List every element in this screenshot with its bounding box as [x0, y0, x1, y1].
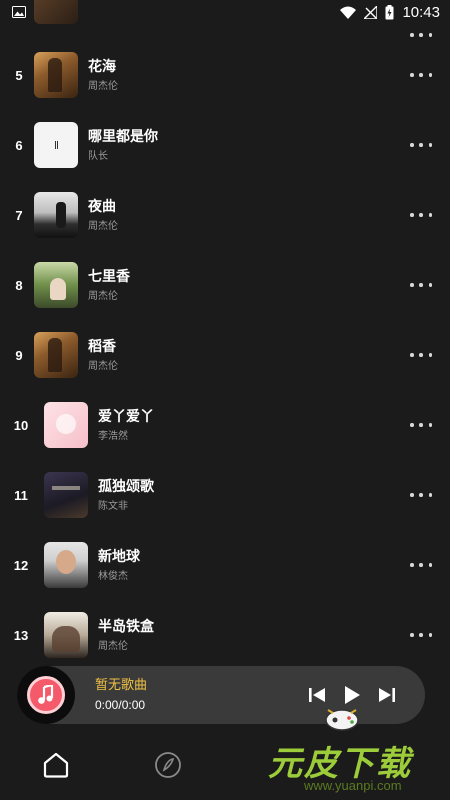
more-options-icon[interactable] — [410, 486, 432, 504]
now-playing-title: 暂无歌曲 — [95, 678, 148, 693]
more-options-icon[interactable] — [410, 206, 432, 224]
song-index: 11 — [14, 487, 28, 503]
song-artist: 周杰伦 — [88, 360, 118, 372]
song-row[interactable]: 13 半岛铁盒 周杰伦 — [0, 600, 450, 665]
song-title: 孤独颂歌 — [98, 478, 154, 495]
music-note-icon — [27, 676, 65, 714]
song-index: 6 — [15, 137, 23, 153]
song-title: 花海 — [88, 58, 116, 75]
album-cover — [34, 52, 78, 98]
song-artist: 周杰伦 — [98, 640, 128, 652]
song-index: 10 — [13, 417, 29, 433]
watermark-url: www.yuanpi.com — [304, 778, 402, 793]
song-index: 13 — [13, 627, 29, 643]
song-row[interactable]: 11 孤独颂歌 陈文非 — [0, 460, 450, 530]
song-title: 半岛铁盒 — [98, 618, 154, 635]
song-title: 夜曲 — [88, 198, 116, 215]
song-artist: 陈文非 — [98, 500, 128, 512]
song-index: 7 — [15, 207, 23, 223]
song-row[interactable]: 12 新地球 林俊杰 — [0, 530, 450, 600]
more-options-icon[interactable] — [410, 626, 432, 644]
song-title: 七里香 — [88, 268, 130, 285]
discover-icon[interactable] — [153, 750, 183, 780]
album-cover — [44, 402, 88, 448]
home-icon[interactable] — [41, 750, 71, 780]
song-artist: 队长 — [88, 150, 108, 162]
song-row[interactable]: 7 夜曲 周杰伦 — [0, 180, 450, 250]
song-title: 稻香 — [88, 338, 116, 355]
album-cover — [34, 262, 78, 308]
song-list[interactable]: 5 花海 周杰伦 6 哪里都是你 队长 7 夜曲 周杰伦 8 七里香 周杰伦 9… — [0, 0, 450, 665]
gamepad-mascot-icon — [324, 704, 360, 732]
more-options-icon[interactable] — [410, 276, 432, 294]
album-cover — [44, 542, 88, 588]
song-row[interactable]: 6 哪里都是你 队长 — [0, 110, 450, 180]
song-artist: 周杰伦 — [88, 80, 118, 92]
album-cover — [44, 472, 88, 518]
song-row[interactable]: 5 花海 周杰伦 — [0, 40, 450, 110]
song-title: 哪里都是你 — [88, 128, 158, 145]
song-title: 新地球 — [98, 548, 140, 565]
song-index: 9 — [15, 347, 23, 363]
album-cover — [34, 122, 78, 168]
more-options-icon[interactable] — [410, 66, 432, 84]
more-options-icon[interactable] — [410, 556, 432, 574]
now-playing-time: 0:00/0:00 — [95, 698, 146, 712]
partial-cover — [34, 0, 78, 24]
song-row[interactable]: 8 七里香 周杰伦 — [0, 250, 450, 320]
more-options-icon[interactable] — [410, 346, 432, 364]
album-cover — [44, 612, 88, 658]
more-options-icon[interactable] — [410, 416, 432, 434]
song-index: 5 — [15, 67, 23, 83]
song-artist: 周杰伦 — [88, 220, 118, 232]
song-row[interactable]: 10 爱丫爱丫 李浩然 — [0, 390, 450, 460]
song-artist: 李浩然 — [98, 430, 128, 442]
album-cover — [34, 192, 78, 238]
song-row[interactable]: 9 稻香 周杰伦 — [0, 320, 450, 390]
song-title: 爱丫爱丫 — [98, 408, 154, 425]
song-index: 8 — [15, 277, 23, 293]
watermark: 元皮下载 www.yuanpi.com — [268, 700, 444, 796]
album-cover — [34, 332, 78, 378]
song-artist: 林俊杰 — [98, 570, 128, 582]
more-options-icon[interactable] — [410, 136, 432, 154]
player-disc[interactable] — [17, 666, 75, 724]
song-index: 12 — [13, 557, 29, 573]
song-artist: 周杰伦 — [88, 290, 118, 302]
